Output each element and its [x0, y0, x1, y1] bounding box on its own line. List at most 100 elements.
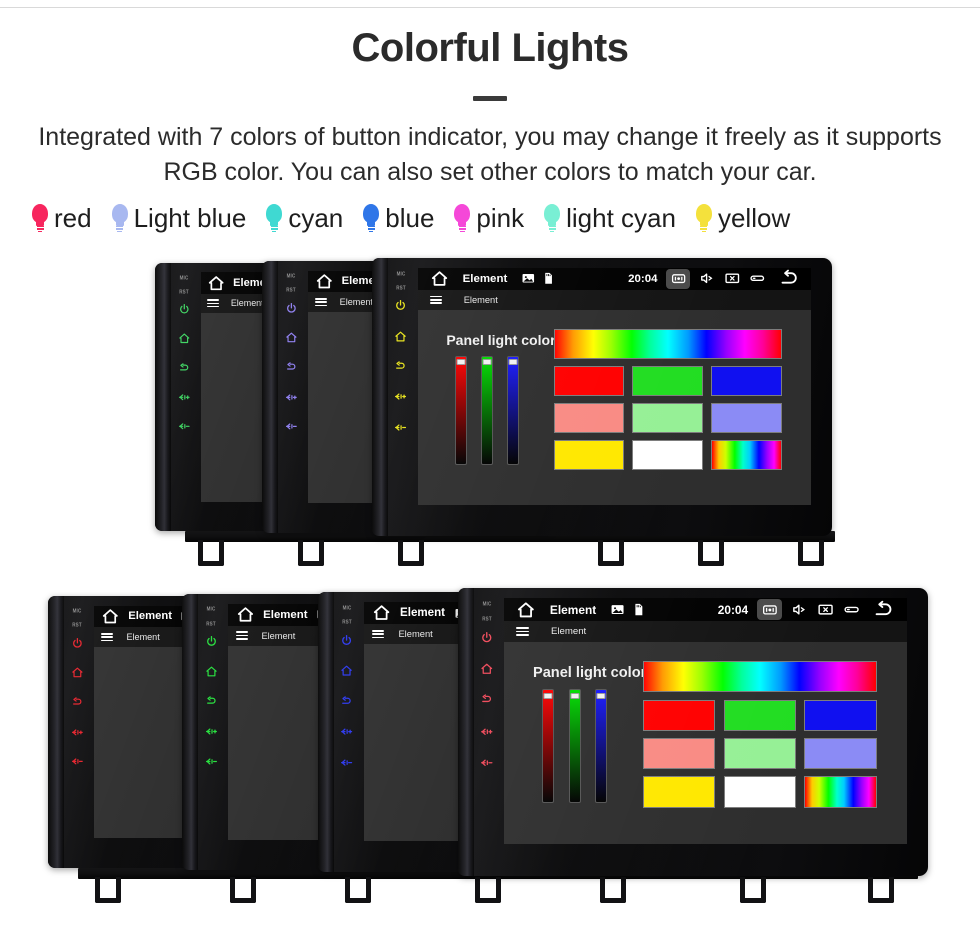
volume-down-icon[interactable] [285, 420, 298, 433]
home-icon[interactable] [394, 330, 407, 343]
home-icon[interactable] [372, 603, 391, 622]
statusbar-home-icon[interactable] [101, 607, 120, 626]
touchscreen[interactable]: Element 20:04 Element Panel light color [504, 598, 907, 845]
volume-up-icon[interactable] [285, 391, 298, 404]
red-slider[interactable] [455, 355, 467, 466]
side-key-volume-up[interactable] [71, 726, 84, 739]
side-key-volume-up[interactable] [205, 725, 218, 738]
color-swatch-2-0[interactable] [642, 776, 716, 808]
blue-slider[interactable] [507, 355, 519, 466]
statusbar-home-icon[interactable] [372, 603, 391, 622]
statusbar-sd-card-icon[interactable] [541, 271, 556, 286]
sd-card-icon[interactable] [631, 602, 646, 617]
hue-gradient-bar[interactable] [642, 661, 877, 693]
statusbar-home-icon[interactable] [516, 600, 536, 620]
statusbar-sd-card-icon[interactable] [631, 602, 646, 617]
color-swatch-2-2[interactable] [804, 776, 877, 808]
side-key-volume-up[interactable] [285, 391, 298, 404]
side-key-volume-down[interactable] [394, 421, 407, 434]
volume-down-icon[interactable] [340, 756, 353, 769]
color-swatch-0-2[interactable] [804, 699, 877, 731]
side-key-volume-down[interactable] [480, 756, 494, 770]
color-swatch-2-1[interactable] [723, 776, 797, 808]
side-key-volume-up[interactable] [340, 725, 353, 738]
side-key-back[interactable] [340, 695, 353, 708]
home-icon[interactable] [101, 607, 120, 626]
back-icon[interactable] [285, 361, 298, 374]
side-key-home[interactable] [340, 664, 353, 677]
color-swatch-0-0[interactable] [642, 699, 716, 731]
screenshot-icon[interactable] [671, 271, 686, 286]
statusbar-close-window-icon[interactable] [817, 601, 834, 618]
statusbar-screenshot-button[interactable] [666, 268, 691, 289]
side-key-volume-down[interactable] [340, 756, 353, 769]
home-icon[interactable] [340, 664, 353, 677]
statusbar-volume-icon[interactable] [699, 270, 716, 287]
home-icon[interactable] [205, 665, 218, 678]
back-icon[interactable] [178, 362, 191, 375]
hamburger-menu-icon[interactable] [101, 632, 114, 642]
side-key-power[interactable] [71, 637, 84, 650]
back-arrow-icon[interactable] [779, 268, 800, 289]
side-key-volume-up[interactable] [480, 725, 494, 739]
slider-thumb[interactable] [596, 692, 606, 700]
back-icon[interactable] [340, 695, 353, 708]
side-key-back[interactable] [394, 360, 407, 373]
home-icon[interactable] [430, 269, 449, 288]
volume-up-icon[interactable] [394, 390, 407, 403]
sd-card-icon[interactable] [541, 271, 556, 286]
statusbar-home-icon[interactable] [207, 274, 225, 292]
statusbar-image-icon[interactable] [521, 271, 536, 286]
side-key-power[interactable] [285, 302, 298, 315]
home-icon[interactable] [71, 666, 84, 679]
recent-apps-icon[interactable] [749, 270, 766, 287]
power-icon[interactable] [480, 631, 494, 645]
statusbar-image-icon[interactable] [610, 602, 625, 617]
statusbar-recent-apps-icon[interactable] [843, 601, 860, 618]
back-arrow-icon[interactable] [873, 599, 894, 620]
power-icon[interactable] [285, 302, 298, 315]
volume-up-icon[interactable] [71, 726, 84, 739]
color-swatch-1-0[interactable] [642, 738, 716, 770]
statusbar-home-icon[interactable] [315, 272, 334, 291]
back-icon[interactable] [71, 696, 84, 709]
home-icon[interactable] [516, 600, 536, 620]
slider-thumb[interactable] [482, 359, 492, 366]
home-icon[interactable] [207, 274, 225, 292]
statusbar-home-icon[interactable] [236, 605, 255, 624]
volume-up-icon[interactable] [340, 725, 353, 738]
back-icon[interactable] [480, 693, 494, 707]
hamburger-menu-icon[interactable] [371, 629, 385, 639]
statusbar-recent-apps-icon[interactable] [749, 270, 766, 287]
color-swatch-1-2[interactable] [711, 402, 782, 434]
statusbar-back-arrow-icon[interactable] [779, 268, 800, 289]
side-key-volume-down[interactable] [205, 755, 218, 768]
volume-up-icon[interactable] [480, 725, 494, 739]
slider-thumb[interactable] [456, 359, 466, 366]
recent-apps-icon[interactable] [843, 601, 860, 618]
power-icon[interactable] [394, 299, 407, 312]
power-icon[interactable] [205, 635, 218, 648]
statusbar-volume-icon[interactable] [791, 601, 808, 618]
home-icon[interactable] [285, 331, 298, 344]
volume-down-icon[interactable] [205, 755, 218, 768]
hamburger-menu-icon[interactable] [429, 295, 443, 305]
color-swatch-0-2[interactable] [711, 365, 782, 396]
green-slider[interactable] [568, 689, 581, 803]
side-key-power[interactable] [178, 303, 191, 316]
statusbar-close-window-icon[interactable] [724, 270, 741, 287]
green-slider[interactable] [481, 355, 493, 466]
statusbar-home-icon[interactable] [430, 269, 449, 288]
side-key-home[interactable] [480, 662, 494, 676]
side-key-back[interactable] [71, 696, 84, 709]
side-key-power[interactable] [340, 634, 353, 647]
power-icon[interactable] [71, 637, 84, 650]
volume-icon[interactable] [699, 270, 716, 287]
color-swatch-1-1[interactable] [723, 738, 797, 770]
slider-thumb[interactable] [570, 692, 580, 700]
home-icon[interactable] [178, 332, 191, 345]
color-swatch-1-0[interactable] [553, 402, 625, 434]
back-icon[interactable] [394, 360, 407, 373]
power-icon[interactable] [178, 303, 191, 316]
power-icon[interactable] [340, 634, 353, 647]
